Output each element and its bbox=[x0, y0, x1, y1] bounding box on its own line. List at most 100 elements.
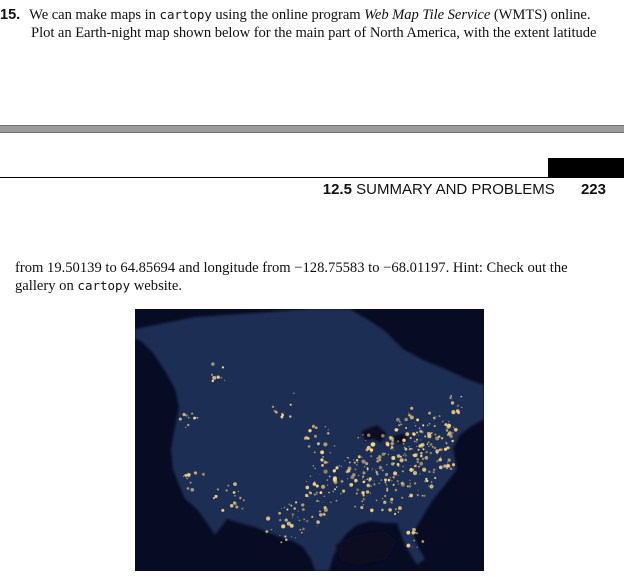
city-light bbox=[289, 403, 292, 406]
city-light bbox=[361, 500, 364, 503]
city-light bbox=[308, 495, 310, 498]
city-light bbox=[386, 472, 389, 475]
city-light bbox=[305, 493, 309, 498]
city-light bbox=[384, 481, 387, 484]
city-light bbox=[391, 439, 394, 442]
city-light bbox=[429, 432, 433, 435]
continuation-text-segment: gallery on bbox=[15, 278, 78, 294]
city-light bbox=[279, 540, 283, 544]
city-light bbox=[308, 429, 312, 433]
city-light bbox=[226, 484, 230, 488]
city-light bbox=[210, 373, 214, 376]
city-light bbox=[373, 483, 376, 486]
city-light bbox=[415, 438, 419, 441]
city-light bbox=[405, 432, 410, 436]
continuation-line-1: from 19.50139 to 64.85694 and longitude … bbox=[15, 260, 568, 276]
city-light bbox=[399, 421, 401, 424]
city-light bbox=[404, 417, 408, 422]
city-light bbox=[335, 499, 338, 502]
city-light bbox=[428, 422, 431, 425]
city-light bbox=[366, 495, 368, 497]
city-light bbox=[396, 439, 400, 443]
city-light bbox=[219, 376, 223, 380]
city-light bbox=[323, 442, 328, 447]
problem-text-segment: We can make maps in bbox=[29, 7, 160, 23]
city-light bbox=[353, 459, 355, 461]
city-light bbox=[361, 460, 363, 462]
city-light bbox=[377, 460, 379, 462]
city-light bbox=[396, 417, 400, 422]
city-light bbox=[323, 506, 327, 510]
problem-text-segment: (WMTS) online. bbox=[490, 7, 591, 23]
city-light bbox=[417, 448, 420, 451]
city-light bbox=[446, 425, 450, 430]
city-light bbox=[347, 478, 349, 480]
city-light bbox=[364, 439, 367, 442]
page-break-bar bbox=[0, 125, 624, 133]
city-light bbox=[185, 476, 189, 480]
city-light bbox=[426, 424, 429, 427]
city-light bbox=[404, 458, 408, 462]
city-light bbox=[413, 481, 417, 486]
city-light bbox=[193, 471, 198, 475]
city-light bbox=[324, 514, 326, 517]
city-light bbox=[214, 494, 218, 498]
city-light bbox=[416, 493, 419, 497]
city-light bbox=[394, 512, 397, 516]
city-light bbox=[371, 479, 373, 481]
city-light bbox=[319, 513, 323, 517]
city-light bbox=[419, 473, 421, 475]
city-light bbox=[362, 471, 364, 473]
city-light bbox=[367, 470, 369, 472]
city-light bbox=[312, 465, 315, 467]
city-light bbox=[365, 490, 370, 494]
city-light bbox=[305, 485, 310, 490]
city-light bbox=[388, 508, 392, 512]
city-light bbox=[445, 464, 450, 468]
city-light bbox=[413, 421, 415, 424]
city-light bbox=[402, 454, 405, 457]
city-light bbox=[360, 506, 364, 510]
city-light bbox=[411, 546, 413, 548]
city-light bbox=[311, 424, 316, 428]
city-light bbox=[393, 471, 398, 476]
city-light bbox=[421, 457, 425, 461]
city-light bbox=[350, 475, 355, 480]
city-light bbox=[326, 518, 328, 520]
city-light bbox=[362, 492, 364, 494]
city-light bbox=[411, 448, 413, 450]
city-light bbox=[288, 503, 291, 506]
city-light bbox=[366, 445, 371, 450]
earth-night-map bbox=[135, 309, 484, 571]
city-light bbox=[381, 508, 384, 512]
city-light bbox=[326, 461, 329, 464]
city-light bbox=[308, 491, 310, 493]
city-light bbox=[320, 450, 325, 455]
city-light bbox=[439, 456, 442, 459]
city-light bbox=[316, 493, 318, 496]
city-light bbox=[449, 434, 453, 438]
city-light bbox=[433, 425, 436, 427]
city-light bbox=[321, 484, 326, 489]
city-light bbox=[382, 497, 384, 500]
city-light bbox=[383, 500, 387, 505]
city-light bbox=[433, 433, 437, 437]
city-light bbox=[211, 379, 215, 383]
city-light bbox=[417, 434, 420, 436]
city-light bbox=[235, 505, 239, 509]
city-light bbox=[421, 540, 425, 543]
city-light bbox=[396, 479, 400, 483]
city-light bbox=[291, 516, 294, 518]
city-light bbox=[432, 468, 436, 472]
city-light bbox=[362, 475, 365, 478]
city-light bbox=[399, 455, 402, 458]
city-light bbox=[448, 420, 450, 422]
city-light bbox=[370, 442, 375, 447]
city-light bbox=[299, 528, 302, 531]
city-light bbox=[400, 481, 405, 486]
city-light bbox=[353, 461, 357, 465]
city-light bbox=[383, 494, 387, 498]
city-light bbox=[270, 528, 273, 531]
city-light bbox=[381, 452, 385, 456]
city-light bbox=[297, 516, 299, 518]
